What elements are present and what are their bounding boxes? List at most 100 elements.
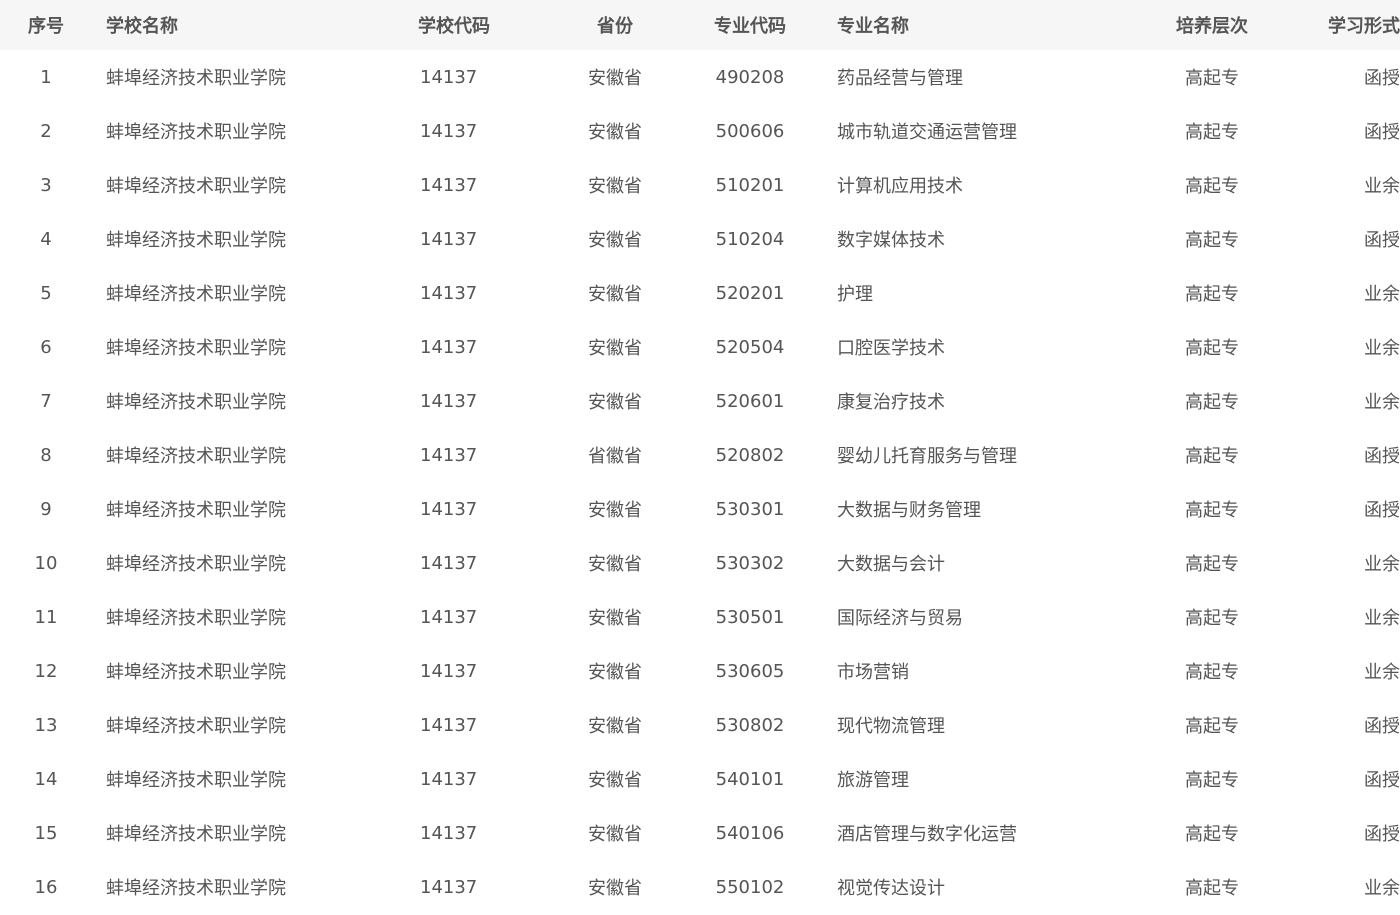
row-study-mode: 函授 [1364,770,1400,791]
row-school-name: 蚌埠经济技术职业学院 [106,608,286,629]
header-school-code: 学校代码 [418,16,490,37]
row-level: 高起专 [1185,716,1239,737]
row-province: 省徽省 [588,446,642,467]
row-study-mode: 函授 [1364,716,1400,737]
row-major-code: 520201 [715,282,785,304]
row-province: 安徽省 [588,68,642,89]
row-province: 安徽省 [588,122,642,143]
row-school-code: 14137 [420,444,478,466]
row-level: 高起专 [1185,770,1239,791]
row-major-name: 婴幼儿托育服务与管理 [837,446,1017,467]
row-level: 高起专 [1185,230,1239,251]
row-province: 安徽省 [588,554,642,575]
row-province: 安徽省 [588,176,642,197]
header-level: 培养层次 [1176,16,1248,37]
majors-table: 序号 学校名称 学校代码 省份 专业代码 专业名称 培养层次 学习形式 1 蚌埠经… [0,0,1400,914]
row-major-code: 520504 [715,336,785,358]
row-study-mode: 业余 [1364,608,1400,629]
row-level: 高起专 [1185,392,1239,413]
row-study-mode: 业余 [1364,284,1400,305]
row-province: 安徽省 [588,716,642,737]
table-row: 16 蚌埠经济技术职业学院 14137 安徽省 550102 视觉传达设计 高起专 业余 [0,860,1400,914]
row-school-code: 14137 [420,174,478,196]
row-province: 安徽省 [588,608,642,629]
row-major-name: 城市轨道交通运营管理 [837,122,1017,143]
row-index: 8 [40,444,52,466]
table-row: 8 蚌埠经济技术职业学院 14137 省徽省 520802 婴幼儿托育服务与管理 高起专 函授 [0,428,1400,482]
row-school-code: 14137 [420,606,478,628]
row-school-code: 14137 [420,120,478,142]
header-major-name: 专业名称 [837,16,909,37]
table-row: 10 蚌埠经济技术职业学院 14137 安徽省 530302 大数据与会计 高起专 业余 [0,536,1400,590]
row-major-code: 520601 [715,390,785,412]
row-study-mode: 业余 [1364,392,1400,413]
row-school-name: 蚌埠经济技术职业学院 [106,338,286,359]
row-index: 9 [40,498,52,520]
row-province: 安徽省 [588,230,642,251]
row-major-code: 530302 [715,552,785,574]
row-school-code: 14137 [420,336,478,358]
row-index: 4 [40,228,52,250]
row-study-mode: 函授 [1364,824,1400,845]
table-row: 11 蚌埠经济技术职业学院 14137 安徽省 530501 国际经济与贸易 高起专 业余 [0,590,1400,644]
row-major-code: 500606 [715,120,785,142]
row-school-code: 14137 [420,714,478,736]
row-school-code: 14137 [420,660,478,682]
header-index: 序号 [28,16,64,37]
row-major-name: 视觉传达设计 [837,878,945,899]
row-major-name: 计算机应用技术 [837,176,963,197]
row-study-mode: 函授 [1364,500,1400,521]
row-major-name: 护理 [837,284,873,305]
row-index: 2 [40,120,52,142]
row-school-name: 蚌埠经济技术职业学院 [106,392,286,413]
row-index: 12 [34,660,58,682]
table-row: 13 蚌埠经济技术职业学院 14137 安徽省 530802 现代物流管理 高起专 函授 [0,698,1400,752]
table-row: 4 蚌埠经济技术职业学院 14137 安徽省 510204 数字媒体技术 高起专 函授 [0,212,1400,266]
table-row: 14 蚌埠经济技术职业学院 14137 安徽省 540101 旅游管理 高起专 函授 [0,752,1400,806]
row-school-code: 14137 [420,228,478,250]
row-school-code: 14137 [420,498,478,520]
row-major-code: 540101 [715,768,785,790]
row-study-mode: 函授 [1364,68,1400,89]
row-study-mode: 业余 [1364,878,1400,899]
row-school-name: 蚌埠经济技术职业学院 [106,284,286,305]
row-major-name: 大数据与会计 [837,554,945,575]
table-row: 2 蚌埠经济技术职业学院 14137 安徽省 500606 城市轨道交通运营管理 高起专 函授 [0,104,1400,158]
row-school-name: 蚌埠经济技术职业学院 [106,662,286,683]
row-major-name: 大数据与财务管理 [837,500,981,521]
row-index: 3 [40,174,52,196]
row-major-code: 550102 [715,876,785,898]
header-school-name: 学校名称 [106,16,178,37]
row-index: 13 [34,714,58,736]
row-major-name: 国际经济与贸易 [837,608,963,629]
row-school-code: 14137 [420,282,478,304]
row-school-name: 蚌埠经济技术职业学院 [106,554,286,575]
row-school-code: 14137 [420,822,478,844]
row-school-name: 蚌埠经济技术职业学院 [106,878,286,899]
row-level: 高起专 [1185,608,1239,629]
row-major-name: 康复治疗技术 [837,392,945,413]
row-province: 安徽省 [588,284,642,305]
table-row: 1 蚌埠经济技术职业学院 14137 安徽省 490208 药品经营与管理 高起专 函授 [0,50,1400,104]
row-school-code: 14137 [420,552,478,574]
row-major-name: 旅游管理 [837,770,909,791]
row-study-mode: 函授 [1364,446,1400,467]
row-school-code: 14137 [420,390,478,412]
table-row: 3 蚌埠经济技术职业学院 14137 安徽省 510201 计算机应用技术 高起专 业余 [0,158,1400,212]
row-school-name: 蚌埠经济技术职业学院 [106,716,286,737]
row-school-code: 14137 [420,768,478,790]
row-school-name: 蚌埠经济技术职业学院 [106,122,286,143]
row-study-mode: 业余 [1364,338,1400,359]
row-study-mode: 业余 [1364,176,1400,197]
row-level: 高起专 [1185,284,1239,305]
table-row: 5 蚌埠经济技术职业学院 14137 安徽省 520201 护理 高起专 业余 [0,266,1400,320]
table-header: 序号 学校名称 学校代码 省份 专业代码 专业名称 培养层次 学习形式 [0,0,1400,50]
row-school-code: 14137 [420,876,478,898]
row-major-name: 市场营销 [837,662,909,683]
row-level: 高起专 [1185,176,1239,197]
row-study-mode: 函授 [1364,230,1400,251]
row-major-code: 530802 [715,714,785,736]
row-province: 安徽省 [588,770,642,791]
row-major-code: 490208 [715,66,785,88]
row-level: 高起专 [1185,554,1239,575]
